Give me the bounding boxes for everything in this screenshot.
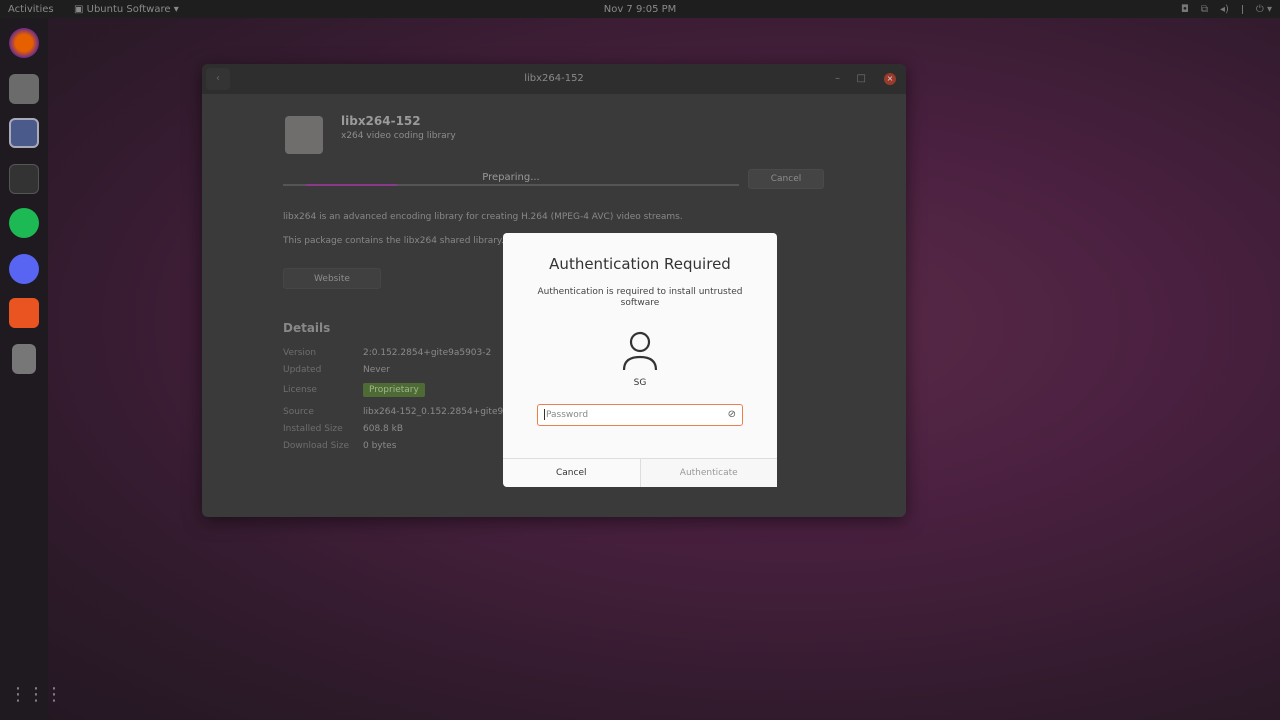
network-icon: ⧉	[1200, 3, 1209, 15]
user-name: SG	[633, 378, 647, 388]
authentication-dialog: Authentication Required Authentication i…	[503, 233, 777, 487]
package-gear-icon	[285, 116, 323, 154]
password-placeholder: Password	[546, 410, 589, 420]
terminal-icon[interactable]	[9, 164, 39, 194]
discord-icon[interactable]	[9, 254, 39, 284]
detail-key: Installed Size	[283, 424, 343, 434]
detail-value: Never	[363, 365, 390, 375]
password-input[interactable]: Password ⊘	[537, 404, 743, 426]
dialog-message: Authentication is required to install un…	[537, 287, 743, 308]
dock: ⋮⋮⋮	[0, 18, 63, 720]
detail-key: License	[283, 385, 317, 395]
detail-value: 2:0.152.2854+gite9a5903-2	[363, 348, 492, 358]
maximize-button[interactable]: □	[857, 64, 866, 94]
ubuntu-software-icon[interactable]	[9, 298, 39, 328]
clock[interactable]: Nov 7 9:05 PM	[0, 4, 1280, 15]
firefox-icon[interactable]	[9, 28, 39, 58]
header-bar: ‹ libx264-152 – □ ×	[202, 64, 906, 94]
screenshot-icon[interactable]	[9, 118, 39, 148]
eye-hidden-icon[interactable]: ⊘	[728, 405, 736, 425]
authenticate-button[interactable]: Authenticate	[640, 459, 777, 487]
description-line: This package contains the libx264 shared…	[283, 236, 504, 246]
app-name: libx264-152	[341, 114, 421, 128]
detail-value: 608.8 kB	[363, 424, 404, 434]
minimize-button[interactable]: –	[835, 64, 840, 94]
detail-key: Version	[283, 348, 317, 358]
discord-tray-icon[interactable]: ◘	[1181, 4, 1189, 15]
close-button[interactable]: ×	[884, 73, 896, 85]
app-summary: x264 video coding library	[341, 131, 456, 141]
cancel-button[interactable]: Cancel	[503, 459, 641, 487]
volume-icon: ◂)	[1220, 3, 1229, 15]
dialog-title: Authentication Required	[549, 255, 731, 273]
detail-key: Download Size	[283, 441, 350, 451]
power-icon: ⏻ ▾	[1255, 3, 1272, 15]
cancel-install-button[interactable]: Cancel	[748, 169, 824, 189]
system-tray[interactable]: ◘ ⧉ ◂) ǀ ⏻ ▾	[1181, 4, 1272, 15]
progress-label: Preparing...	[482, 172, 540, 183]
website-button[interactable]: Website	[283, 268, 381, 289]
detail-value: libx264-152_0.152.2854+gite9a5	[363, 407, 515, 417]
detail-value: 0 bytes	[363, 441, 397, 451]
window-title: libx264-152	[524, 73, 584, 84]
microphone-icon: ǀ	[1240, 3, 1244, 15]
top-bar: Activities ▣ Ubuntu Software ▾ Nov 7 9:0…	[0, 0, 1280, 18]
spotify-icon[interactable]	[9, 208, 39, 238]
package-icon[interactable]	[12, 344, 36, 374]
details-heading: Details	[283, 321, 331, 335]
files-icon[interactable]	[9, 74, 39, 104]
license-badge[interactable]: Proprietary	[363, 383, 425, 397]
show-apps-icon[interactable]: ⋮⋮⋮	[9, 684, 63, 714]
detail-key: Source	[283, 407, 314, 417]
detail-key: Updated	[283, 365, 322, 375]
back-button[interactable]: ‹	[206, 68, 230, 90]
user-avatar-icon	[622, 331, 658, 371]
progress-bar	[283, 184, 739, 186]
progress-fill	[305, 184, 397, 186]
description-line: libx264 is an advanced encoding library …	[283, 212, 683, 222]
